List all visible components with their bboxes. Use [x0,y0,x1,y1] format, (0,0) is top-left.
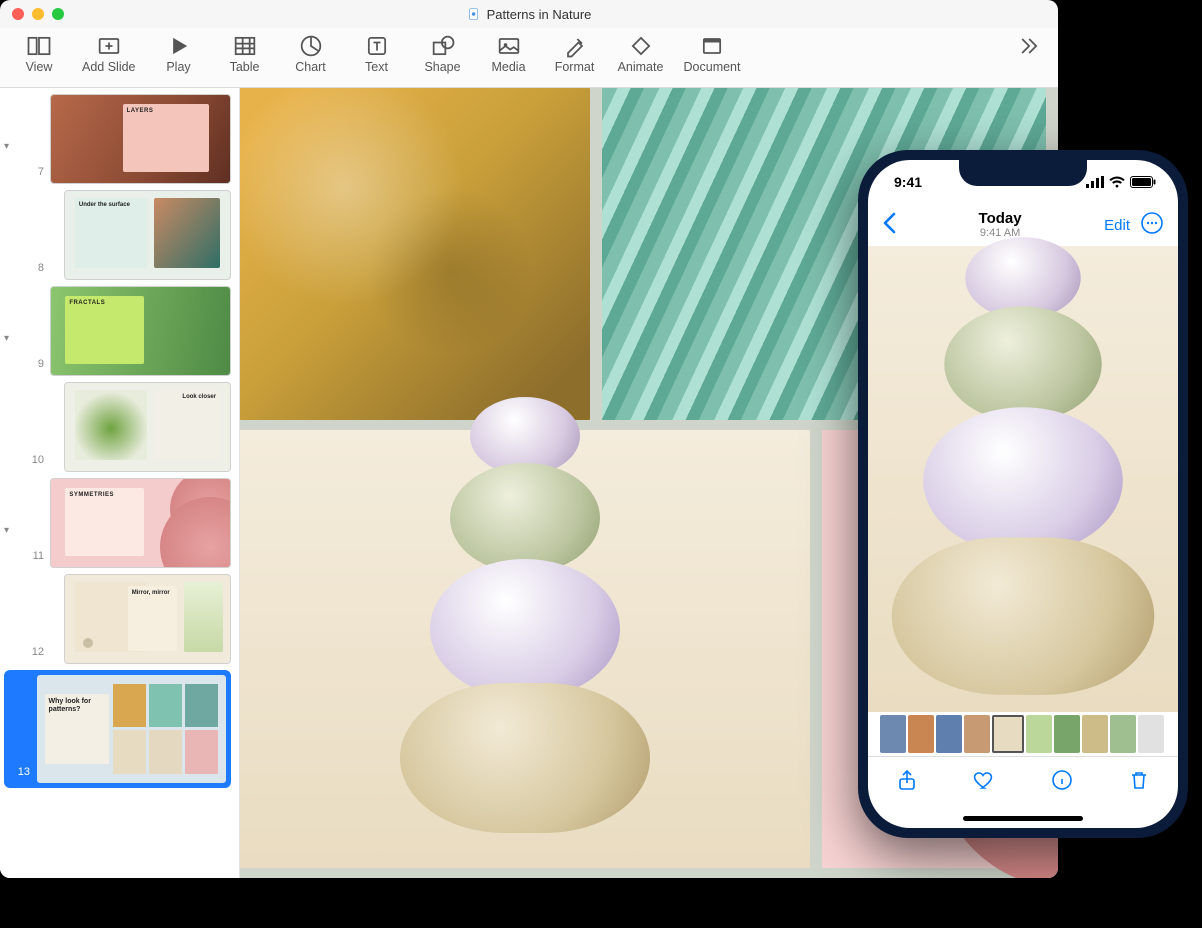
shape-button[interactable]: Shape [416,30,470,76]
document-title: Patterns in Nature [487,7,592,22]
slide-thumbnail[interactable]: ▾ 11 SYMMETRIES [4,478,231,568]
ellipsis-circle-icon [1140,211,1164,235]
media-button[interactable]: Media [482,30,536,76]
wifi-icon [1109,176,1125,188]
slide-number: 13 [8,766,30,784]
view-button[interactable]: View [12,30,66,76]
table-button[interactable]: Table [218,30,272,76]
play-icon [165,32,193,60]
slide-navigator[interactable]: ▾ 7 LAYERS 8 Under the surface [0,88,240,878]
document-icon [467,7,481,21]
canvas-image-honeycomb[interactable] [240,88,590,420]
slide-number: 10 [22,454,44,472]
back-button[interactable] [882,212,896,239]
iphone-screen: 9:41 Today 9:41 AM Edit [868,160,1178,828]
cellular-icon [1086,176,1104,188]
window-title: Patterns in Nature [467,7,592,22]
media-icon [495,32,523,60]
slide-thumbnail-selected[interactable]: 13 Why look for patterns? [4,670,231,788]
info-button[interactable] [1050,768,1074,797]
slide-thumbnail[interactable]: 10 Look closer [4,382,231,472]
share-button[interactable] [895,768,919,797]
animate-icon [627,32,655,60]
table-icon [231,32,259,60]
disclosure-triangle-icon[interactable]: ▾ [4,525,16,568]
shape-icon [429,32,457,60]
slide-number: 7 [22,166,44,184]
slide-thumbnail[interactable]: ▾ 9 FRACTALS [4,286,231,376]
slide-number: 11 [22,550,44,568]
format-button[interactable]: Format [548,30,602,76]
favorite-button[interactable] [972,768,996,797]
zoom-button[interactable] [52,8,64,20]
canvas-image-urchins[interactable] [240,430,810,868]
iphone-device: 9:41 Today 9:41 AM Edit [858,150,1188,838]
text-button[interactable]: Text [350,30,404,76]
document-button[interactable]: Document [680,30,745,76]
home-indicator[interactable] [868,808,1178,828]
slide-number: 12 [22,646,44,664]
more-button[interactable] [1140,211,1164,239]
share-icon [895,768,919,792]
slide-thumbnail[interactable]: ▾ 7 LAYERS [4,94,231,184]
toolbar-overflow-button[interactable] [1010,30,1046,62]
chart-button[interactable]: Chart [284,30,338,76]
minimize-button[interactable] [32,8,44,20]
info-icon [1050,768,1074,792]
chart-icon [297,32,325,60]
photo-detail[interactable] [868,246,1178,712]
slide-thumbnail[interactable]: 8 Under the surface [4,190,231,280]
text-icon [363,32,391,60]
edit-button[interactable]: Edit [1104,217,1130,234]
slide-number: 8 [22,262,44,280]
disclosure-triangle-icon[interactable]: ▾ [4,141,16,184]
document-inspector-icon [698,32,726,60]
heart-icon [972,768,996,792]
view-icon [25,32,53,60]
play-button[interactable]: Play [152,30,206,76]
add-slide-button[interactable]: Add Slide [78,30,140,76]
add-slide-icon [95,32,123,60]
trash-icon [1127,768,1151,792]
nav-title: Today 9:41 AM [896,211,1104,240]
titlebar: Patterns in Nature [0,0,1058,28]
notch [959,160,1087,186]
chevrons-right-icon [1014,32,1042,60]
animate-button[interactable]: Animate [614,30,668,76]
disclosure-triangle-icon[interactable]: ▾ [4,333,16,376]
photo-filmstrip[interactable] [868,712,1178,756]
slide-number: 9 [22,358,44,376]
status-time: 9:41 [894,174,922,190]
battery-icon [1130,176,1156,188]
close-button[interactable] [12,8,24,20]
photos-toolbar [868,756,1178,808]
slide-thumbnail[interactable]: 12 Mirror, mirror [4,574,231,664]
delete-button[interactable] [1127,768,1151,797]
chevron-left-icon [882,212,896,234]
window-controls [12,8,64,20]
toolbar: View Add Slide Play Table Chart Text Sha… [0,28,1058,88]
format-icon [561,32,589,60]
